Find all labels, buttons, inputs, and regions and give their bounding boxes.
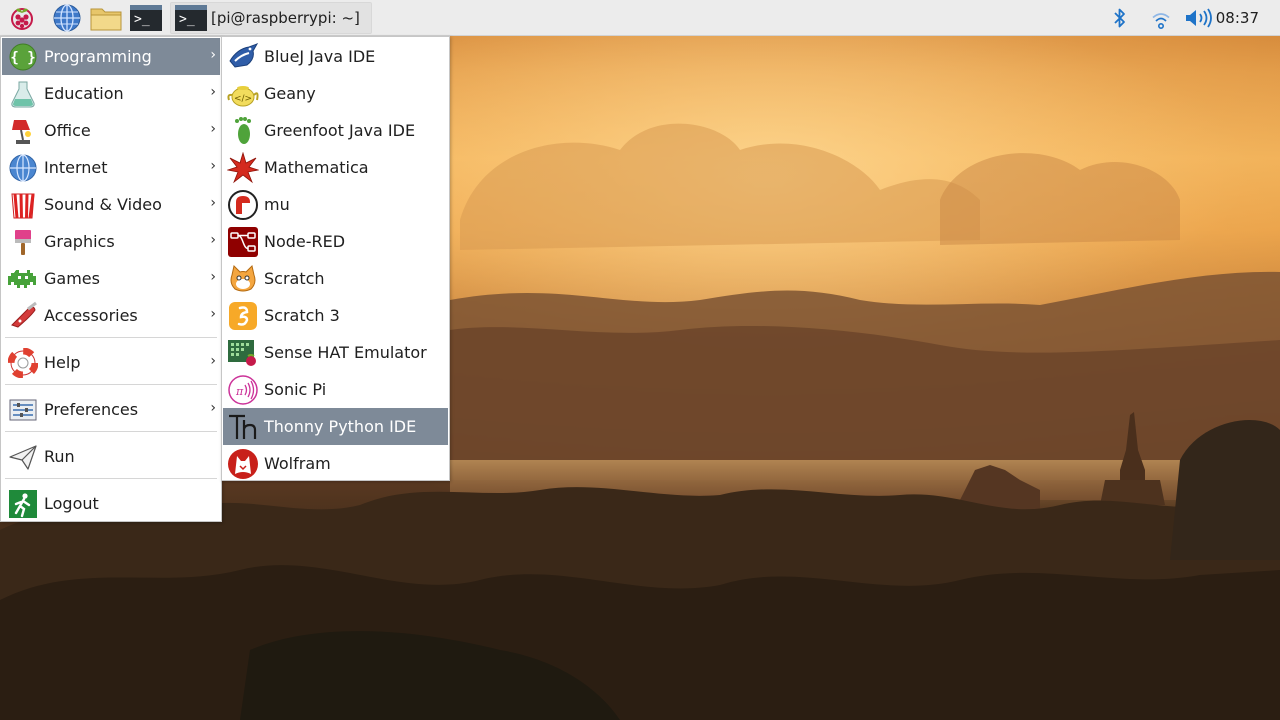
- menu-item-sound-video[interactable]: Sound & Video ›: [2, 186, 220, 223]
- chevron-right-icon: ›: [210, 306, 216, 322]
- taskbar: >_ >_ [pi@raspberrypi: ~] 08:37: [0, 0, 1280, 36]
- chevron-right-icon: ›: [210, 232, 216, 248]
- mu-editor-icon: [227, 189, 259, 221]
- accessories-knife-icon: [7, 300, 39, 332]
- clock[interactable]: 08:37: [1216, 9, 1259, 27]
- terminal-launcher[interactable]: >_: [128, 2, 164, 34]
- application-menu: { } Programming › Education › Office › I…: [0, 36, 222, 522]
- submenu-item-mathematica[interactable]: Mathematica: [223, 149, 448, 186]
- menu-item-run[interactable]: Run: [2, 438, 220, 475]
- file-manager-launcher[interactable]: [88, 2, 124, 34]
- chevron-right-icon: ›: [210, 353, 216, 369]
- terminal-icon: >_: [175, 5, 207, 31]
- chevron-right-icon: ›: [210, 84, 216, 100]
- svg-text:π: π: [235, 385, 244, 398]
- menu-item-accessories[interactable]: Accessories ›: [2, 297, 220, 334]
- chevron-right-icon: ›: [210, 400, 216, 416]
- chevron-right-icon: ›: [210, 47, 216, 63]
- programming-submenu: BlueJ Java IDE </> Geany Greenfoot Java …: [221, 36, 450, 481]
- menu-item-preferences[interactable]: Preferences ›: [2, 391, 220, 428]
- submenu-item-node-red[interactable]: Node-RED: [223, 223, 448, 260]
- menu-item-education[interactable]: Education ›: [2, 75, 220, 112]
- programming-icon: { }: [7, 41, 39, 73]
- internet-globe-icon: [7, 152, 39, 184]
- web-browser-icon: [53, 4, 81, 32]
- greenfoot-footprint-icon: [227, 115, 259, 147]
- scratch-cat-icon: [227, 263, 259, 295]
- thonny-icon: [227, 411, 259, 443]
- bluetooth-icon[interactable]: [1112, 6, 1128, 30]
- menu-item-internet[interactable]: Internet ›: [2, 149, 220, 186]
- geany-teapot-icon: </>: [227, 78, 259, 110]
- graphics-brush-icon: [7, 226, 39, 258]
- submenu-item-scratch[interactable]: Scratch: [223, 260, 448, 297]
- scratch3-icon: [227, 300, 259, 332]
- menu-item-logout[interactable]: Logout: [2, 485, 220, 522]
- submenu-item-greenfoot[interactable]: Greenfoot Java IDE: [223, 112, 448, 149]
- submenu-item-scratch-3[interactable]: Scratch 3: [223, 297, 448, 334]
- submenu-item-bluej[interactable]: BlueJ Java IDE: [223, 38, 448, 75]
- menu-item-graphics[interactable]: Graphics ›: [2, 223, 220, 260]
- chevron-right-icon: ›: [210, 158, 216, 174]
- sense-hat-icon: [227, 337, 259, 369]
- menu-separator: [5, 431, 217, 432]
- run-paper-plane-icon: [7, 441, 39, 473]
- games-invader-icon: [7, 263, 39, 295]
- svg-text:</>: </>: [234, 94, 252, 104]
- chevron-right-icon: ›: [210, 195, 216, 211]
- submenu-item-geany[interactable]: </> Geany: [223, 75, 448, 112]
- office-lamp-icon: [7, 115, 39, 147]
- chevron-right-icon: ›: [210, 121, 216, 137]
- education-flask-icon: [7, 78, 39, 110]
- window-title: [pi@raspberrypi: ~]: [211, 9, 360, 27]
- menu-item-games[interactable]: Games ›: [2, 260, 220, 297]
- menu-separator: [5, 384, 217, 385]
- wolfram-wolf-icon: [227, 448, 259, 480]
- bluej-bird-icon: [227, 41, 259, 73]
- raspberry-pi-menu-icon: [11, 8, 33, 30]
- submenu-item-wolfram[interactable]: Wolfram: [223, 445, 448, 482]
- submenu-item-mu[interactable]: mu: [223, 186, 448, 223]
- mathematica-spiky-icon: [227, 152, 259, 184]
- submenu-item-sonic-pi[interactable]: π Sonic Pi: [223, 371, 448, 408]
- logout-exit-icon: [7, 488, 39, 520]
- sonic-pi-icon: π: [227, 374, 259, 406]
- volume-icon[interactable]: [1184, 8, 1214, 28]
- raspberry-pi-menu-button[interactable]: [4, 2, 40, 34]
- chevron-right-icon: ›: [210, 269, 216, 285]
- help-lifebuoy-icon: [7, 347, 39, 379]
- submenu-item-sense-hat-emulator[interactable]: Sense HAT Emulator: [223, 334, 448, 371]
- node-red-icon: [227, 226, 259, 258]
- file-manager-icon: [90, 8, 122, 31]
- web-browser-launcher[interactable]: [50, 2, 84, 34]
- menu-separator: [5, 337, 217, 338]
- menu-item-help[interactable]: Help ›: [2, 344, 220, 381]
- menu-item-programming[interactable]: { } Programming ›: [2, 38, 220, 75]
- preferences-icon: [7, 394, 39, 426]
- submenu-item-thonny[interactable]: Thonny Python IDE: [223, 408, 448, 445]
- svg-text:{ }: { }: [10, 50, 35, 66]
- sound-video-icon: [7, 189, 39, 221]
- menu-separator: [5, 478, 217, 479]
- terminal-icon: >_: [130, 5, 162, 31]
- taskbar-window-button[interactable]: >_ [pi@raspberrypi: ~]: [170, 2, 372, 34]
- wifi-icon[interactable]: [1150, 7, 1172, 31]
- menu-item-office[interactable]: Office ›: [2, 112, 220, 149]
